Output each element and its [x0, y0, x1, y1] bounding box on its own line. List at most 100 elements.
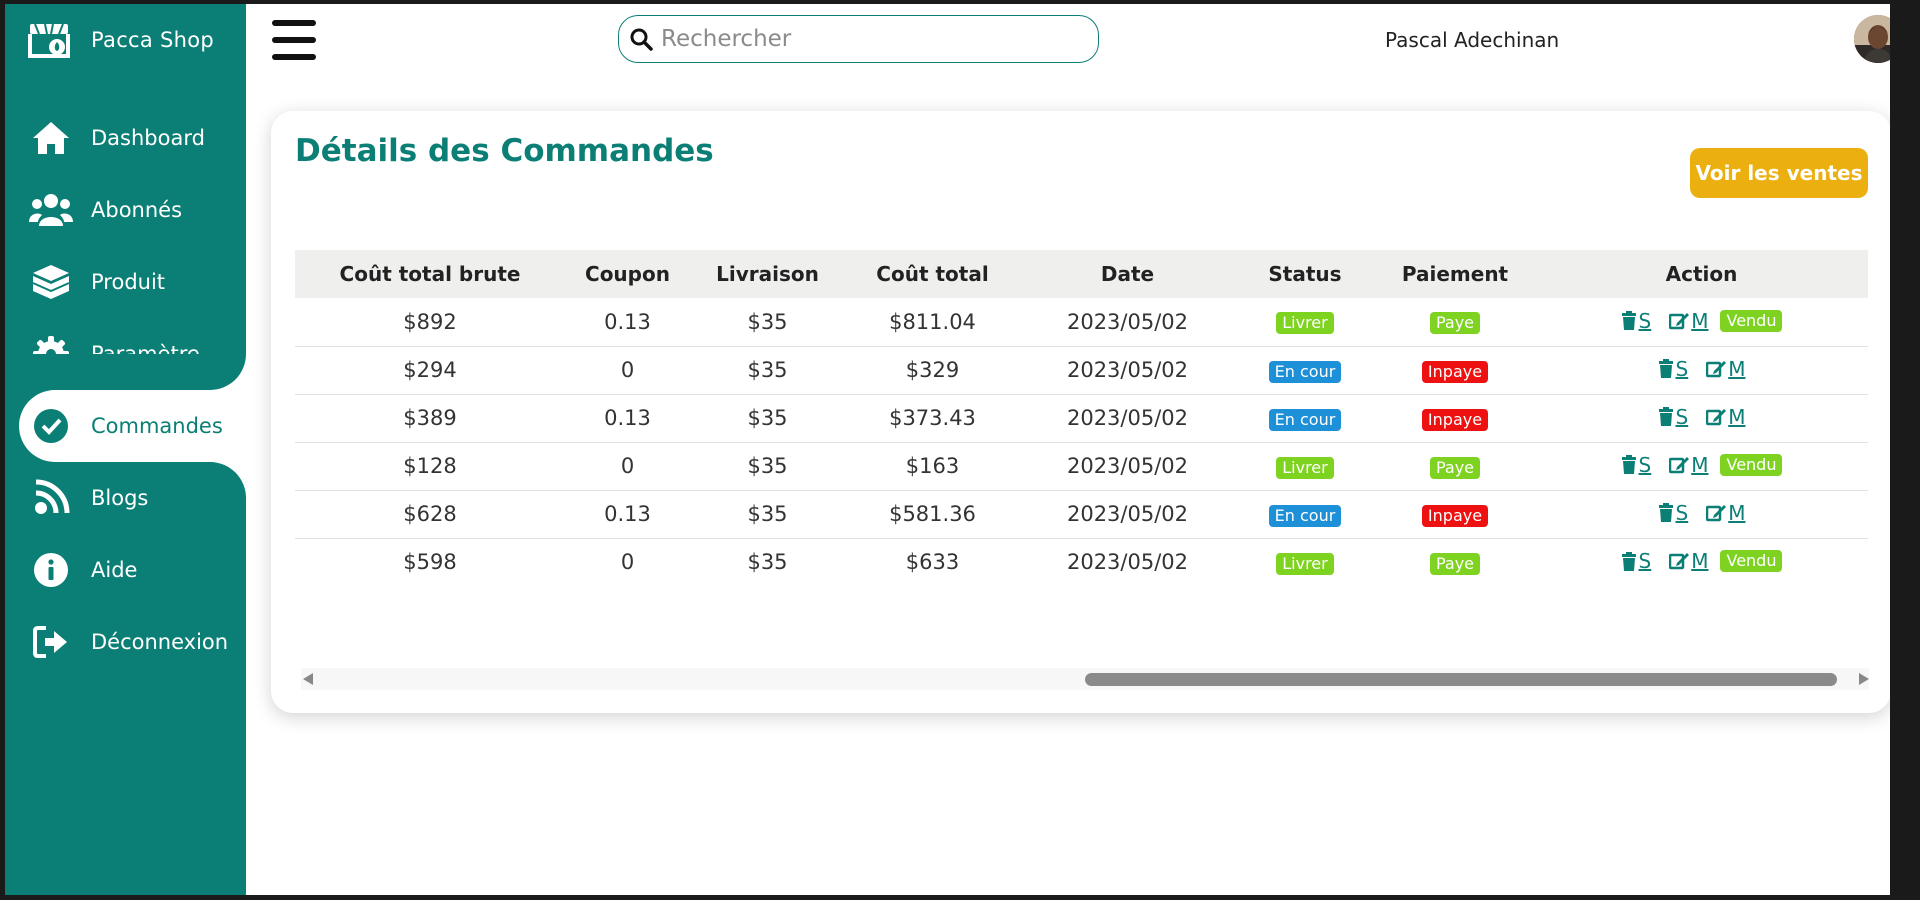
edit-link[interactable]: M	[1669, 453, 1708, 477]
edit-label: M	[1691, 308, 1709, 333]
edit-label: M	[1728, 356, 1746, 381]
delivery-cell: $35	[747, 454, 788, 478]
edit-link[interactable]: M	[1706, 405, 1745, 429]
sidebar-item-deconnexion[interactable]: Déconnexion	[5, 606, 246, 678]
date-cell: 2023/05/02	[1066, 309, 1189, 334]
action-cell: S M Vendu	[1535, 298, 1868, 346]
edit-link[interactable]: M	[1706, 501, 1745, 525]
delete-link[interactable]: S	[1621, 308, 1652, 333]
brand-name: Pacca Shop	[91, 28, 215, 52]
payment-cell: Inpaye	[1375, 346, 1535, 394]
coupon-cell: 0.13	[604, 502, 651, 526]
users-icon	[29, 188, 73, 232]
edit-label: M	[1691, 549, 1709, 573]
table-body: $892 0.13 $35 $811.04 2023/05/02 Livrer Paye S M…	[295, 298, 1868, 586]
edit-link[interactable]: M	[1706, 357, 1745, 381]
delete-label: S	[1638, 308, 1652, 333]
action-cell: S M Vendu	[1535, 538, 1868, 586]
sidebar-item-label: Dashboard	[91, 126, 205, 150]
total-cost-cell: $581.36	[889, 502, 976, 526]
row-actions: SM	[1658, 501, 1745, 525]
status-cell: En cour	[1235, 346, 1375, 394]
scroll-left-icon[interactable]	[303, 673, 313, 685]
edit-icon	[1706, 360, 1727, 377]
hamburger-bar	[272, 37, 316, 43]
check-circle-icon	[29, 404, 73, 448]
delete-link[interactable]: S	[1658, 405, 1688, 429]
sold-button[interactable]: Vendu	[1720, 453, 1783, 476]
total-cost-cell: $163	[905, 454, 960, 478]
delete-link[interactable]: S	[1658, 356, 1689, 381]
payment-cell: Paye	[1375, 442, 1535, 490]
table-header-row: Coût total brute Coupon Livraison Coût t…	[295, 250, 1868, 298]
shop-logo-icon	[28, 23, 70, 58]
sold-button[interactable]: Vendu	[1720, 550, 1783, 572]
table-row: $628 0.13 $35 $581.36 2023/05/02 En cour Inpay…	[295, 490, 1868, 538]
edit-link[interactable]: M	[1669, 549, 1708, 573]
search-input[interactable]	[661, 26, 1081, 52]
sidebar-item-aide[interactable]: Aide	[5, 534, 246, 606]
edit-link[interactable]: M	[1669, 309, 1708, 333]
table-row: $294 0 $35 $329 2023/05/02 En cour Inpaye S M	[295, 346, 1868, 394]
sidebar-item-abonnes[interactable]: Abonnés	[5, 174, 246, 246]
brand[interactable]: Pacca Shop	[27, 18, 214, 62]
status-badge: Livrer	[1276, 456, 1334, 479]
date-cell: 2023/05/02	[1066, 406, 1189, 430]
table-row: $389 0.13 $35 $373.43 2023/05/02 En cour Inpay…	[295, 394, 1868, 442]
payment-badge: Paye	[1429, 456, 1481, 479]
gross-cost-cell: $598	[403, 550, 457, 575]
row-actions: SM	[1658, 356, 1745, 381]
row-actions: S M Vendu	[1621, 549, 1783, 573]
action-cell: SM	[1535, 490, 1868, 538]
delete-label: S	[1638, 549, 1652, 573]
avatar-image	[1854, 15, 1890, 63]
menu-toggle-button[interactable]	[272, 20, 316, 60]
edit-icon	[1669, 456, 1690, 473]
horizontal-scrollbar[interactable]	[301, 668, 1869, 690]
delivery-cell: $35	[747, 358, 788, 382]
delivery-cell: $35	[747, 309, 788, 334]
search-box	[618, 15, 1099, 63]
row-actions: S M Vendu	[1621, 309, 1783, 333]
date-cell: 2023/05/02	[1066, 454, 1189, 478]
scrollbar-thumb[interactable]	[1085, 673, 1837, 686]
user-name: Pascal Adechinan	[1385, 28, 1560, 52]
status-badge: En cour	[1268, 408, 1342, 431]
logout-icon	[29, 620, 73, 664]
action-cell: SM	[1535, 346, 1868, 394]
sold-button[interactable]: Vendu	[1720, 309, 1783, 332]
gross-cost-cell: $128	[403, 454, 457, 478]
total-cost-cell: $329	[905, 358, 960, 382]
delete-label: S	[1638, 452, 1652, 477]
sidebar-item-dashboard[interactable]: Dashboard	[5, 102, 246, 174]
trash-icon	[1658, 359, 1673, 379]
delete-link[interactable]: S	[1621, 452, 1652, 477]
scroll-right-icon[interactable]	[1859, 673, 1869, 685]
delete-link[interactable]: S	[1621, 549, 1652, 573]
coupon-cell: 0	[620, 454, 635, 478]
delete-label: S	[1675, 356, 1689, 381]
sidebar-item-label: Produit	[91, 270, 166, 294]
row-actions: SM	[1658, 405, 1745, 429]
trash-icon	[1658, 407, 1673, 427]
payment-badge: Paye	[1429, 312, 1481, 335]
column-header: Date	[1100, 262, 1155, 286]
delivery-cell: $35	[747, 502, 788, 526]
column-header: Coût total brute	[339, 262, 521, 286]
sidebar-item-commandes[interactable]: Commandes	[19, 390, 246, 462]
payment-cell: Paye	[1375, 538, 1535, 586]
status-cell: Livrer	[1235, 298, 1375, 346]
total-cost-cell: $811.04	[889, 309, 976, 334]
sidebar-item-blogs[interactable]: Blogs	[5, 462, 246, 534]
delete-link[interactable]: S	[1658, 501, 1688, 525]
column-header: Livraison	[716, 262, 819, 286]
column-header: Coupon	[585, 262, 670, 286]
delivery-cell: $35	[747, 550, 788, 575]
avatar[interactable]	[1854, 15, 1890, 63]
view-sales-button[interactable]: Voir les ventes	[1690, 148, 1868, 198]
sidebar-item-produit[interactable]: Produit	[5, 246, 246, 318]
sidebar-item-label: Blogs	[91, 486, 149, 510]
date-cell: 2023/05/02	[1066, 502, 1189, 526]
edit-icon	[1669, 553, 1690, 570]
blog-icon	[29, 476, 73, 520]
